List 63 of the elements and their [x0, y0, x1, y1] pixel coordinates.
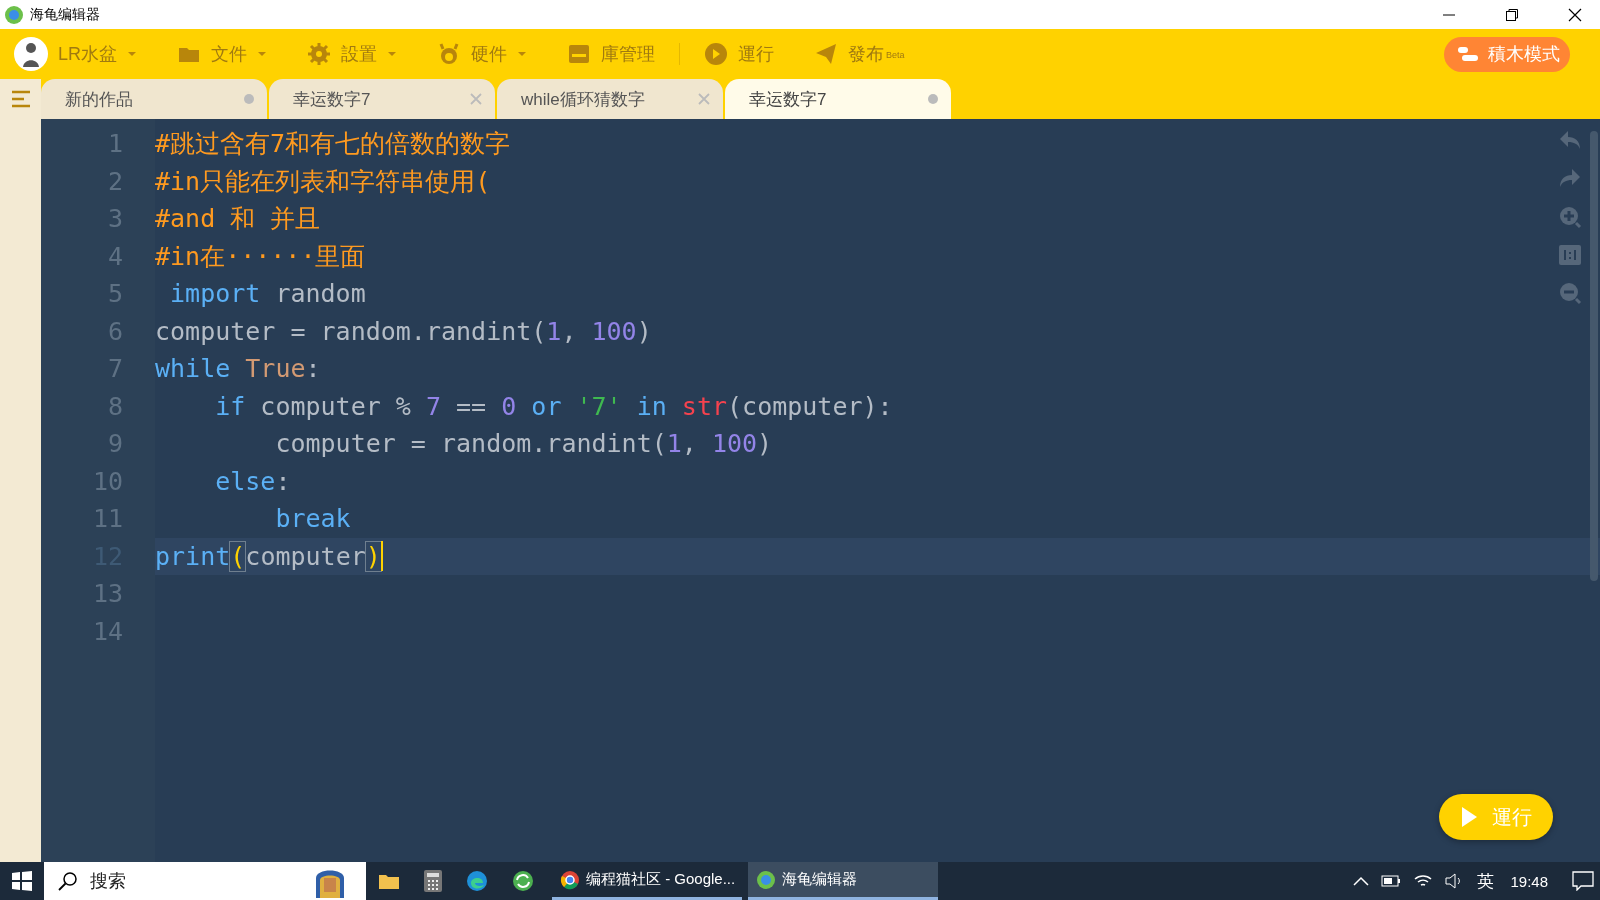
unsaved-dot-icon: [243, 93, 255, 105]
search-field[interactable]: 搜索: [88, 869, 292, 893]
caret-icon: [387, 51, 397, 57]
turtle-app-icon: [756, 869, 776, 890]
editor-tab[interactable]: 新的作品: [41, 79, 267, 119]
toolbar-menu[interactable]: 文件: [161, 42, 283, 66]
chevron-up-icon[interactable]: [1353, 876, 1370, 886]
paper-plane-icon: [814, 42, 838, 66]
user-menu[interactable]: LR水盆: [14, 37, 153, 71]
restore-icon[interactable]: [1505, 7, 1519, 22]
unsaved-dot-icon: [927, 93, 939, 105]
toolbar-menu[interactable]: 硬件: [421, 42, 543, 66]
editor-tab[interactable]: while循环猜数字: [497, 79, 723, 119]
caret-icon: [127, 51, 137, 57]
code-line: else:: [214, 466, 291, 496]
play-icon: [704, 42, 728, 66]
close-icon[interactable]: [1568, 7, 1582, 22]
scrollbar[interactable]: [1590, 131, 1598, 581]
search-box[interactable]: 搜索: [44, 862, 366, 900]
sync-icon[interactable]: [512, 870, 534, 892]
code-line: #in只能在列表和字符串使用(: [155, 165, 491, 198]
editor-tab[interactable]: 幸运数字7: [725, 79, 951, 119]
caret-icon: [517, 51, 527, 57]
taskbar-window[interactable]: 海龟编辑器: [748, 862, 938, 900]
windows-start-icon[interactable]: [12, 871, 32, 891]
play-icon: [1460, 806, 1478, 828]
code-line: while True:: [155, 354, 321, 384]
search-icon: [58, 871, 78, 891]
folder-icon[interactable]: [378, 872, 400, 890]
code-line: computer = random.randint(1, 100): [274, 429, 773, 459]
block-mode-button[interactable]: 積木模式: [1444, 36, 1570, 72]
code-line: #跳过含有7和有七的倍数的数字: [155, 128, 511, 161]
beta-label: Beta: [886, 50, 905, 60]
window-title: 海龟编辑器: [30, 5, 100, 24]
tray-icon: [567, 42, 591, 66]
text-cursor: [380, 541, 383, 572]
code-line: print(computer): [155, 541, 381, 571]
toolbar-menu[interactable]: 設置: [291, 42, 413, 66]
code-line: #and 和 并且: [155, 203, 321, 236]
settings-icon: [307, 42, 331, 66]
input-method-indicator[interactable]: 英: [1477, 869, 1495, 893]
calculator-icon[interactable]: [424, 870, 442, 892]
editor-tab[interactable]: 幸运数字7: [269, 79, 495, 119]
browser-icon[interactable]: [466, 870, 488, 892]
code-line: computer = random.randint(1, 100): [155, 316, 652, 346]
code-line: break: [274, 504, 351, 534]
taskbar-window[interactable]: 编程猫社区 - Google...: [552, 862, 742, 900]
toolbar-menu[interactable]: 運行: [688, 42, 790, 66]
code-line: #in在······里面: [155, 240, 366, 273]
code-line: if computer % 7 == 0 or '7' in str(computer):: [214, 391, 893, 421]
notification-icon[interactable]: [1572, 871, 1594, 891]
blocks-icon: [1458, 46, 1478, 62]
clock[interactable]: 19:48: [1510, 872, 1548, 890]
code-line: import random: [169, 279, 366, 309]
toolbar-menu[interactable]: 庫管理: [551, 42, 671, 66]
browser-icon: [560, 869, 580, 890]
robot-icon: [437, 42, 461, 66]
avatar-icon: [14, 37, 48, 71]
caret-icon: [257, 51, 267, 57]
menu-icon[interactable]: [10, 90, 31, 108]
wifi-icon[interactable]: [1413, 873, 1434, 889]
battery-icon[interactable]: [1381, 875, 1402, 887]
turtle-app-icon: [4, 4, 24, 25]
